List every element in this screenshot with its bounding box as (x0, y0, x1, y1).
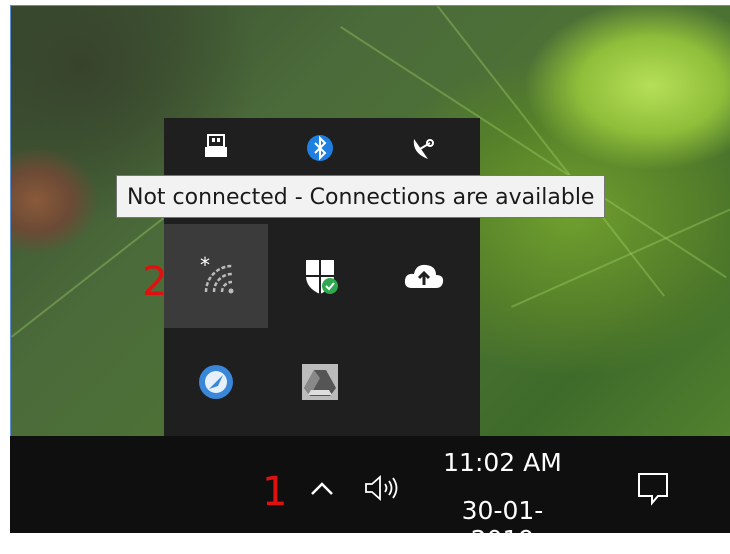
satellite-dish-icon[interactable] (372, 118, 476, 178)
svg-text:*: * (200, 253, 210, 277)
cloud-upload-icon[interactable] (372, 224, 476, 328)
bluetooth-icon[interactable] (268, 118, 372, 178)
google-drive-icon[interactable] (268, 330, 372, 434)
wifi-network-icon[interactable]: * (164, 224, 268, 328)
annotation-marker-2: 2 (142, 259, 168, 305)
windows-security-icon[interactable] (268, 224, 372, 328)
taskbar-clock-date[interactable]: 30-01-2019 (430, 496, 575, 554)
browser-app-icon[interactable] (164, 330, 268, 434)
action-center-icon[interactable] (630, 466, 676, 512)
taskbar-clock-time[interactable]: 11:02 AM (430, 448, 575, 477)
chevron-up-icon[interactable] (304, 470, 340, 506)
taskbar: 1 11:02 AM 30-01-2019 (10, 436, 730, 554)
annotation-marker-1: 1 (262, 469, 288, 515)
notification-overflow-panel: * (164, 118, 480, 436)
wifi-status-tooltip: Not connected - Connections are availabl… (116, 175, 606, 218)
speaker-volume-icon[interactable] (360, 470, 408, 506)
usb-device-icon[interactable] (164, 118, 268, 178)
